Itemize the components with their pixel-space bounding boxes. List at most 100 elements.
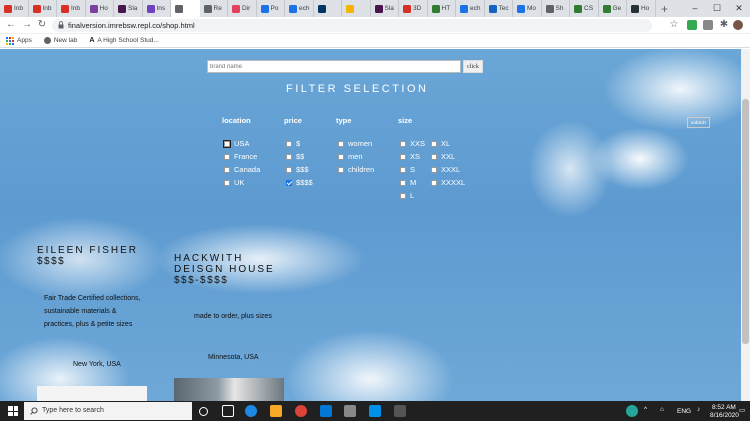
maximize-button[interactable]: ☐ (706, 0, 728, 17)
reload-icon[interactable]: ↻ (36, 19, 48, 31)
browser-tab[interactable]: ech (456, 0, 485, 17)
browser-tab[interactable] (342, 0, 371, 17)
location-option-france[interactable]: France (224, 152, 257, 161)
notifications-icon[interactable]: ▭ (739, 406, 745, 414)
size-option-xxxxl[interactable]: XXXXL (431, 178, 465, 187)
size-option-m[interactable]: M (400, 178, 416, 187)
mail-icon[interactable] (320, 405, 332, 417)
volume-icon[interactable]: ♪ (697, 406, 700, 413)
checkbox[interactable] (338, 166, 344, 173)
bookmark-apps[interactable]: Apps (6, 36, 32, 45)
clock-time[interactable]: 8:52 AM (712, 404, 736, 411)
browser-tab[interactable]: Ho (86, 0, 114, 17)
checkbox[interactable] (223, 139, 231, 148)
app-icon[interactable] (369, 405, 381, 417)
browser-tab[interactable]: Dir (228, 0, 257, 17)
checkbox[interactable] (400, 153, 406, 160)
checkbox[interactable] (431, 179, 437, 186)
show-hidden-icons[interactable]: ^ (644, 406, 647, 413)
task-view-icon[interactable] (222, 405, 234, 417)
browser-tab[interactable]: Inb (57, 0, 86, 17)
checkbox[interactable] (286, 140, 292, 147)
clock-date[interactable]: 8/16/2020 (710, 412, 739, 419)
star-bookmark-icon[interactable]: ☆ (668, 19, 680, 31)
browser-tab[interactable] (171, 0, 200, 17)
size-option-xxs[interactable]: XXS (400, 139, 425, 148)
price-option-4[interactable]: $$$$ (286, 178, 313, 187)
tray-app-icon[interactable] (626, 405, 638, 417)
store-icon[interactable] (344, 405, 356, 417)
size-option-s[interactable]: S (400, 165, 415, 174)
minimize-button[interactable]: – (684, 0, 706, 17)
price-option-2[interactable]: $$ (286, 152, 304, 161)
browser-tab[interactable]: CS (570, 0, 599, 17)
browser-tab[interactable]: Ins (143, 0, 171, 17)
size-option-xxxl[interactable]: XXXL (431, 165, 460, 174)
back-arrow-icon[interactable]: ← (5, 19, 17, 31)
url-omnibox[interactable]: finalversion.imrebsw.repl.co/shop.html (52, 19, 652, 32)
browser-tab[interactable]: Sla (114, 0, 143, 17)
network-icon[interactable]: ⌂ (660, 406, 664, 413)
store-name[interactable]: HACKWITH DEISGN HOUSE (174, 253, 275, 275)
taskbar-search-box[interactable]: Type here to search (24, 402, 192, 420)
checkbox[interactable] (400, 179, 406, 186)
click-button[interactable]: click (463, 60, 483, 73)
new-tab-button[interactable]: + (656, 2, 674, 16)
location-option-uk[interactable]: UK (224, 178, 244, 187)
bookmark-high-school[interactable]: A A High School Stud... (89, 37, 159, 44)
windows-start-icon[interactable] (8, 406, 18, 416)
checkbox[interactable] (286, 166, 292, 173)
checkbox[interactable] (224, 179, 230, 186)
browser-tab[interactable]: Po (257, 0, 285, 17)
file-explorer-icon[interactable] (270, 405, 282, 417)
cortana-icon[interactable] (199, 407, 208, 416)
price-option-3[interactable]: $$$ (286, 165, 309, 174)
chrome-icon[interactable] (295, 405, 307, 417)
browser-tab[interactable]: Tec (485, 0, 513, 17)
checkbox[interactable] (400, 166, 406, 173)
checkbox[interactable] (431, 153, 437, 160)
browser-tab[interactable]: Sh (542, 0, 570, 17)
extension-icon[interactable] (703, 20, 713, 30)
browser-tab[interactable]: Inb (0, 0, 29, 17)
profile-avatar[interactable] (733, 20, 743, 30)
size-option-xl[interactable]: XL (431, 139, 450, 148)
browser-tab[interactable]: Inb (29, 0, 57, 17)
checkbox[interactable] (431, 140, 437, 147)
checkbox[interactable] (431, 166, 437, 173)
scrollbar-thumb[interactable] (742, 99, 749, 344)
browser-tab[interactable]: ech (285, 0, 314, 17)
store-name[interactable]: EILEEN FISHER (37, 245, 138, 256)
bookmark-new-lab[interactable]: New lab (43, 37, 77, 44)
checkbox[interactable] (400, 192, 406, 199)
edge-browser-icon[interactable] (245, 405, 257, 417)
location-option-canada[interactable]: Canada (224, 165, 260, 174)
submit-button[interactable]: submit (687, 117, 710, 128)
language-indicator[interactable]: ENG (677, 408, 691, 415)
browser-tab[interactable]: Ho (627, 0, 656, 17)
browser-tab[interactable]: Mo (513, 0, 542, 17)
extensions-puzzle-icon[interactable]: ✱ (718, 19, 730, 31)
close-window-button[interactable]: ✕ (728, 0, 750, 17)
location-option-usa[interactable]: USA (223, 139, 249, 148)
type-option-men[interactable]: men (338, 152, 363, 161)
type-option-women[interactable]: women (338, 139, 372, 148)
app-icon[interactable] (394, 405, 406, 417)
brand-name-input[interactable] (207, 60, 461, 73)
browser-tab[interactable]: Re (200, 0, 228, 17)
type-option-children[interactable]: children (338, 165, 374, 174)
checkbox-checked[interactable] (286, 179, 292, 186)
store-product-image[interactable] (174, 378, 284, 401)
browser-tab[interactable]: 3D (399, 0, 428, 17)
size-option-xs[interactable]: XS (400, 152, 420, 161)
checkbox[interactable] (224, 166, 230, 173)
browser-tab[interactable]: Sla (371, 0, 399, 17)
forward-arrow-icon[interactable]: → (21, 19, 33, 31)
price-option-1[interactable]: $ (286, 139, 300, 148)
browser-tab[interactable] (314, 0, 342, 17)
checkbox[interactable] (286, 153, 292, 160)
size-option-l[interactable]: L (400, 191, 414, 200)
page-scrollbar[interactable] (741, 49, 750, 401)
checkbox[interactable] (224, 153, 230, 160)
extension-icon[interactable] (687, 20, 697, 30)
